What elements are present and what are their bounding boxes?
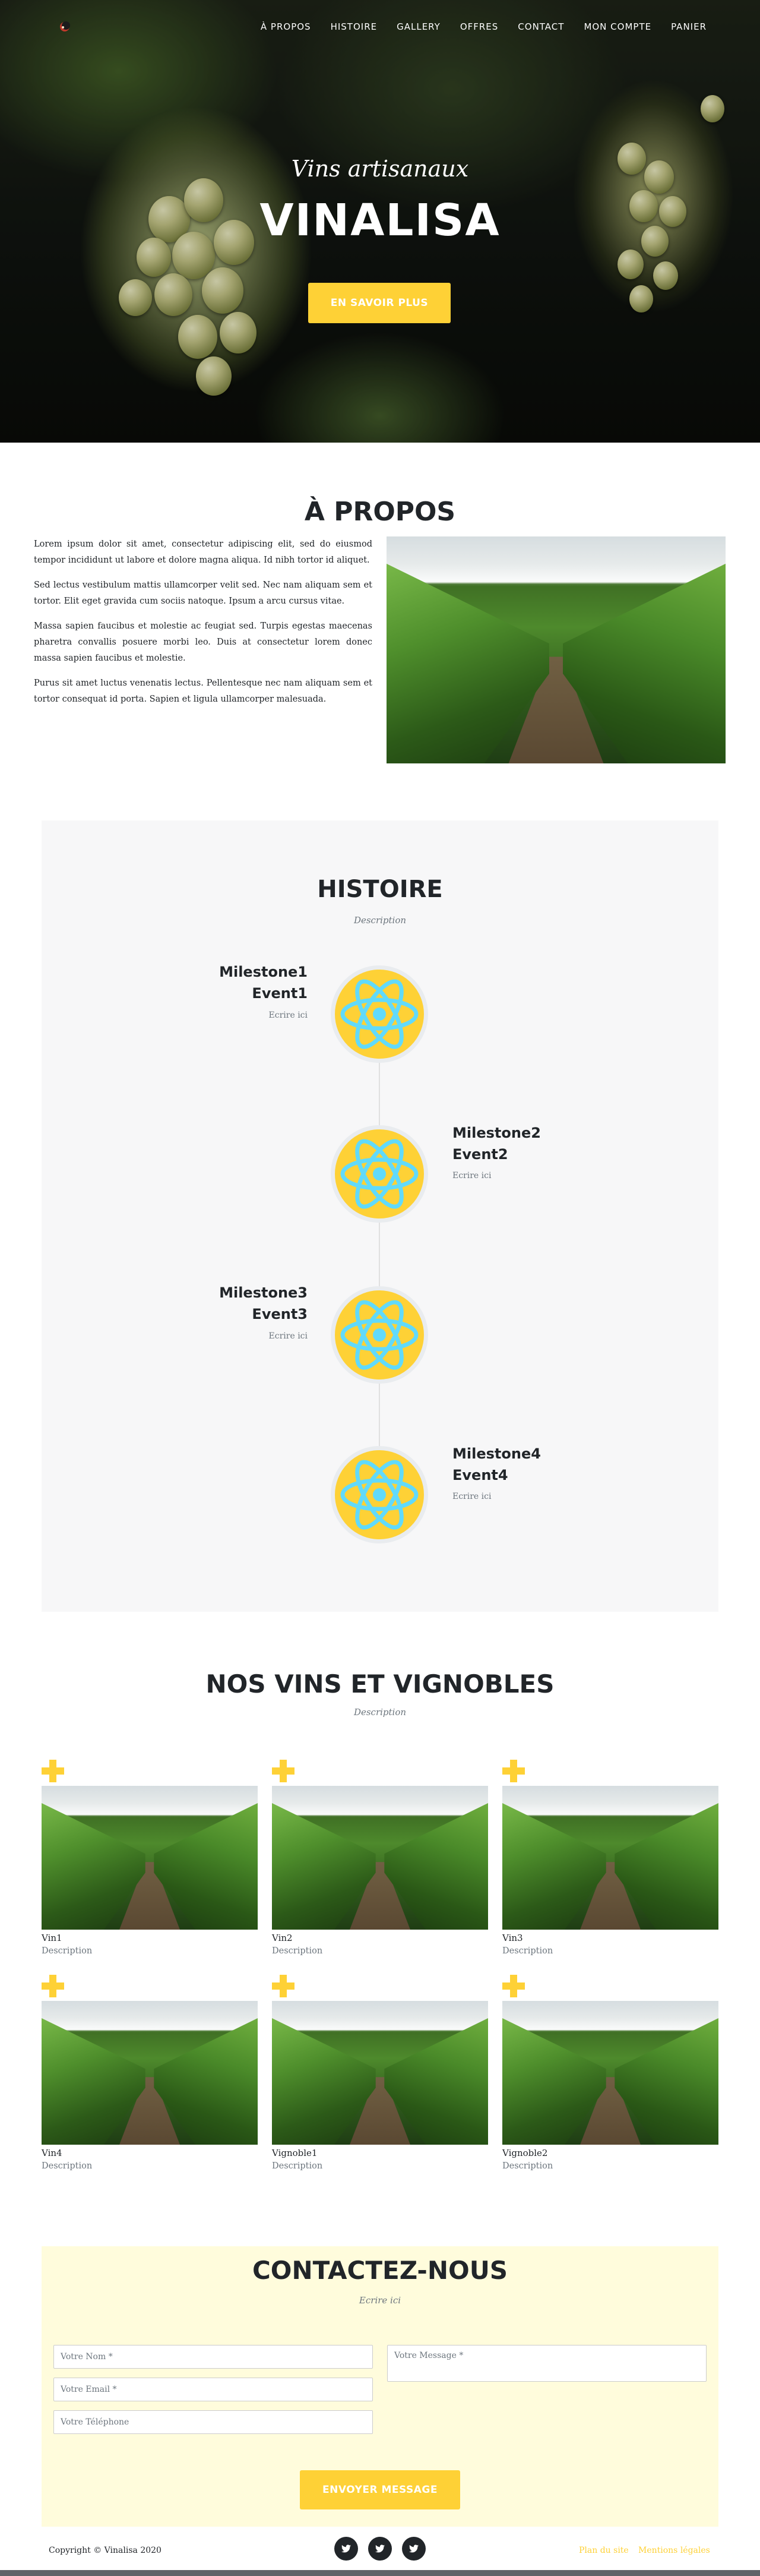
about-paragraph: Lorem ipsum dolor sit amet, consectetur …: [34, 539, 372, 565]
nav-link-offres[interactable]: OFFRES: [460, 21, 498, 32]
hero-section: À PROPOS HISTOIRE GALLERY OFFRES CONTACT…: [0, 0, 760, 443]
timeline-heading: Milestone3 Event3: [219, 1284, 308, 1322]
nav-link-contact[interactable]: CONTACT: [518, 21, 564, 32]
portfolio-image[interactable]: [42, 2001, 258, 2145]
portfolio-item-name: Vin3: [502, 1933, 523, 1943]
twitter-icon[interactable]: [334, 2537, 358, 2561]
timeline-text: Ecrire ici: [452, 1492, 492, 1501]
nav-link-a-propos[interactable]: À PROPOS: [261, 21, 311, 32]
timeline-heading: Milestone2 Event2: [452, 1125, 541, 1163]
hero-title: VINALISA: [259, 195, 501, 246]
timeline-react-icon: [331, 965, 428, 1063]
sitemap-link[interactable]: Plan du site: [579, 2546, 629, 2555]
history-title: HISTOIRE: [317, 876, 443, 903]
twitter-icon[interactable]: [402, 2537, 426, 2561]
history-description: Description: [353, 915, 407, 926]
legal-notice-link[interactable]: Mentions légales: [638, 2546, 710, 2555]
portfolio-item-name: Vin4: [42, 2148, 62, 2158]
contact-title: CONTACTEZ-NOUS: [252, 2256, 508, 2285]
portfolio-item-description: Description: [272, 2161, 323, 2171]
bottom-bar: [0, 2570, 760, 2576]
twitter-icon[interactable]: [368, 2537, 392, 2561]
portfolio-item-name: Vignoble2: [502, 2148, 548, 2158]
hero-subtitle: Vins artisanaux: [291, 156, 469, 182]
timeline-text: Ecrire ici: [452, 1171, 492, 1180]
timeline-text: Ecrire ici: [268, 1011, 308, 1020]
nav-link-mon-compte[interactable]: MON COMPTE: [584, 21, 651, 32]
copyright-text: Copyright © Vinalisa 2020: [49, 2546, 162, 2555]
about-paragraph: Purus sit amet luctus venenatis lectus. …: [34, 678, 372, 704]
email-input[interactable]: [53, 2378, 373, 2401]
timeline-text: Ecrire ici: [268, 1331, 308, 1341]
about-vineyard-image: [387, 536, 726, 763]
plus-icon[interactable]: [272, 1975, 294, 1997]
nav-link-histoire[interactable]: HISTOIRE: [331, 21, 378, 32]
portfolio-image[interactable]: [272, 2001, 488, 2145]
about-text: Lorem ipsum dolor sit amet, consectetur …: [34, 536, 372, 716]
plus-icon[interactable]: [42, 1975, 64, 1997]
about-paragraph: Massa sapien faucibus et molestie ac feu…: [34, 621, 372, 663]
portfolio-image[interactable]: [272, 1786, 488, 1930]
timeline-react-icon: [331, 1125, 428, 1223]
portfolio-item-description: Description: [272, 1946, 323, 1956]
nav-link-panier[interactable]: PANIER: [671, 21, 707, 32]
plus-icon[interactable]: [502, 1760, 525, 1782]
portfolio-item-description: Description: [502, 2161, 553, 2171]
portfolio-image[interactable]: [502, 1786, 718, 1930]
learn-more-button[interactable]: EN SAVOIR PLUS: [308, 283, 451, 323]
plus-icon[interactable]: [272, 1760, 294, 1782]
portfolio-item-name: Vin2: [272, 1933, 293, 1943]
portfolio-image[interactable]: [502, 2001, 718, 2145]
contact-description: Ecrire ici: [359, 2295, 401, 2306]
navbar: À PROPOS HISTOIRE GALLERY OFFRES CONTACT…: [0, 0, 760, 56]
plus-icon[interactable]: [42, 1760, 64, 1782]
timeline-react-icon: [331, 1446, 428, 1543]
brand-logo-icon[interactable]: [58, 20, 71, 33]
timeline-heading: Milestone4 Event4: [452, 1445, 541, 1483]
timeline-heading: Milestone1 Event1: [219, 964, 308, 1002]
phone-input[interactable]: [53, 2410, 373, 2434]
about-paragraph: Sed lectus vestibulum mattis ullamcorper…: [34, 580, 372, 606]
nav-link-gallery[interactable]: GALLERY: [397, 21, 441, 32]
about-title: À PROPOS: [304, 497, 456, 527]
portfolio-image[interactable]: [42, 1786, 258, 1930]
name-input[interactable]: [53, 2345, 373, 2369]
portfolio-item-description: Description: [502, 1946, 553, 1956]
plus-icon[interactable]: [502, 1975, 525, 1997]
portfolio-item-description: Description: [42, 1946, 93, 1956]
portfolio-description: Description: [353, 1707, 407, 1718]
message-textarea[interactable]: [387, 2345, 707, 2382]
send-message-button[interactable]: ENVOYER MESSAGE: [300, 2470, 460, 2509]
portfolio-item-name: Vin1: [42, 1933, 62, 1943]
timeline-react-icon: [331, 1286, 428, 1384]
portfolio-item-name: Vignoble1: [272, 2148, 318, 2158]
portfolio-item-description: Description: [42, 2161, 93, 2171]
portfolio-title: NOS VINS ET VIGNOBLES: [205, 1669, 555, 1699]
